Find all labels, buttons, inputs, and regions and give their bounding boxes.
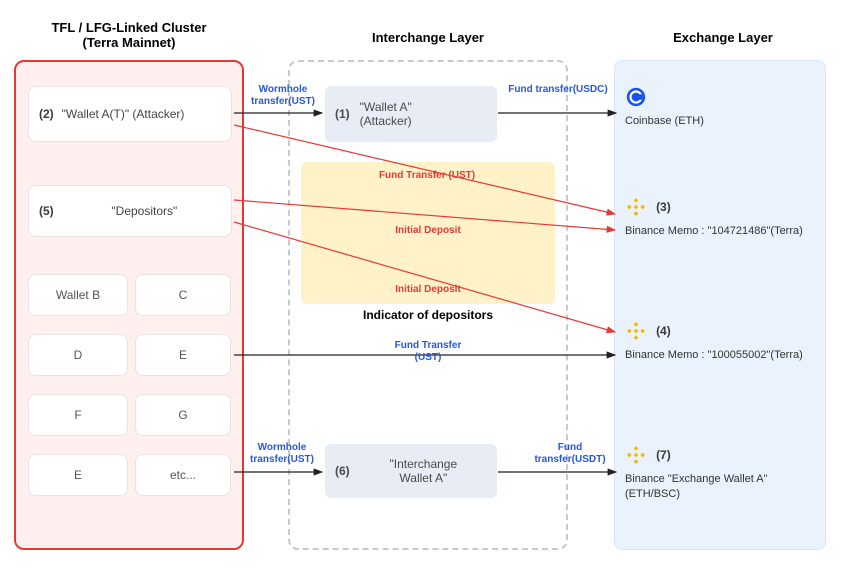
interchange-wallet-a-attacker-box: (1) "Wallet A" (Attacker) [325, 86, 497, 142]
binance-7-item: (7) Binance "Exchange Wallet A" (ETH/BSC… [625, 444, 815, 503]
arrow-wormhole-1: Wormhole transfer(UST) [248, 84, 318, 107]
wallet-e2-box: E [28, 454, 128, 496]
binance-7-label: Binance "Exchange Wallet A" (ETH/BSC) [625, 472, 815, 503]
arrow-initial-deposit-2: Initial Deposit [378, 284, 478, 296]
wallet-e-box: E [135, 334, 231, 376]
coinbase-label: Coinbase (ETH) [625, 114, 815, 129]
wallet-a-num: (2) [39, 105, 54, 123]
wallet-a-attacker-box: (2) "Wallet A(T)" (Attacker) [28, 86, 232, 142]
binance-7-num: (7) [656, 448, 671, 462]
mid2-line1: "Interchange [390, 457, 458, 471]
binance-4-label: Binance Memo : "100055002"(Terra) [625, 348, 815, 363]
left-column-header: TFL / LFG-Linked Cluster (Terra Mainnet) [24, 20, 234, 50]
right-column-header: Exchange Layer [668, 30, 778, 45]
mid1-line2: (Attacker) [360, 114, 412, 128]
left-header-line1: TFL / LFG-Linked Cluster [51, 20, 206, 35]
wallet-c-box: C [135, 274, 231, 316]
binance-3-num: (3) [656, 200, 671, 214]
wallet-d-box: D [28, 334, 128, 376]
depositors-num: (5) [39, 202, 54, 220]
binance-icon [625, 320, 647, 342]
wallet-b-box: Wallet B [28, 274, 128, 316]
binance-3-item: (3) Binance Memo : "104721486"(Terra) [625, 196, 815, 239]
binance-3-label: Binance Memo : "104721486"(Terra) [625, 224, 815, 239]
arrow-fund-ust-black: Fund Transfer (UST) [382, 340, 474, 363]
binance-icon [625, 196, 647, 218]
indicator-label: Indicator of depositors [340, 308, 516, 322]
arrow-fund-ust-red: Fund Transfer (UST) [352, 170, 502, 182]
mid2-num: (6) [335, 464, 350, 478]
arrow-fund-usdc: Fund transfer(USDC) [508, 84, 608, 96]
mid1-num: (1) [335, 107, 350, 121]
binance-icon [625, 444, 647, 466]
arrow-initial-deposit-1: Initial Deposit [378, 225, 478, 237]
coinbase-item: Coinbase (ETH) [625, 86, 815, 129]
arrow-wormhole-2: Wormhole transfer(UST) [246, 442, 318, 465]
wallet-g-box: G [135, 394, 231, 436]
wallet-f-box: F [28, 394, 128, 436]
depositors-label: "Depositors" [62, 202, 227, 220]
binance-4-num: (4) [656, 324, 671, 338]
coinbase-icon [625, 86, 647, 108]
interchange-wallet-a-box: (6) "Interchange Wallet A" [325, 444, 497, 498]
mid1-line1: "Wallet A" [360, 100, 412, 114]
left-header-line2: (Terra Mainnet) [83, 35, 176, 50]
wallet-a-label: "Wallet A(T)" (Attacker) [62, 105, 185, 123]
mid2-line2: Wallet A" [399, 471, 447, 485]
wallet-etc-box: etc... [135, 454, 231, 496]
depositors-box: (5) "Depositors" [28, 185, 232, 237]
mid-column-header: Interchange Layer [348, 30, 508, 45]
arrow-fund-usdt: Fund transfer(USDT) [530, 442, 610, 465]
binance-4-item: (4) Binance Memo : "100055002"(Terra) [625, 320, 815, 363]
